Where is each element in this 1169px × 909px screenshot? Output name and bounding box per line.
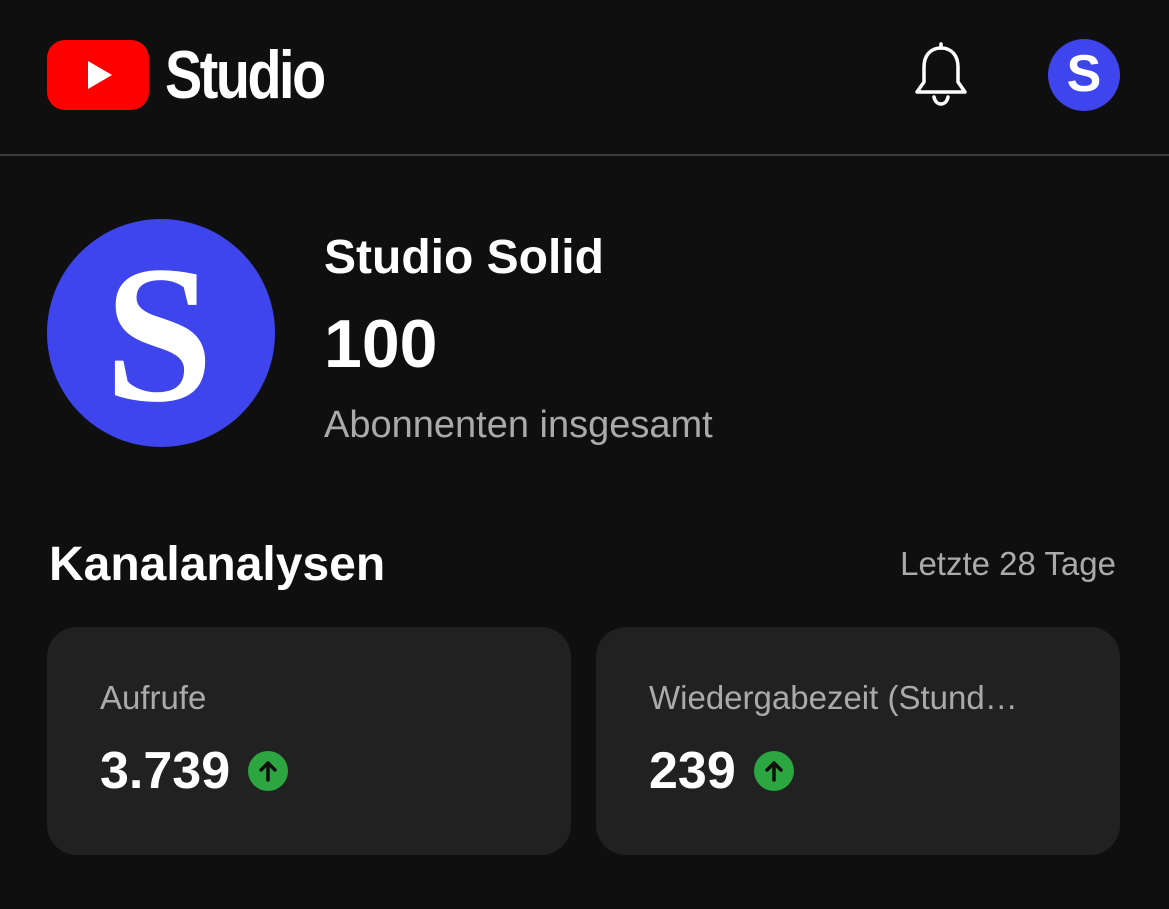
youtube-play-icon bbox=[47, 40, 149, 110]
arrow-up-icon bbox=[753, 751, 794, 791]
views-value-row: 3.739 bbox=[100, 741, 289, 801]
subscriber-count: 100 bbox=[324, 306, 438, 382]
channel-avatar: S bbox=[47, 219, 275, 447]
channel-name: Studio Solid bbox=[324, 231, 604, 284]
views-value: 3.739 bbox=[100, 742, 231, 800]
channel-avatar-letter: S bbox=[104, 226, 214, 443]
youtube-studio-logo[interactable]: Studio bbox=[47, 40, 359, 110]
views-card[interactable]: Aufrufe 3.739 bbox=[47, 627, 571, 855]
logo-text: Studio bbox=[165, 37, 326, 113]
watch-time-value-row: 239 bbox=[649, 741, 794, 801]
bell-icon[interactable] bbox=[912, 42, 970, 106]
subscriber-label: Abonnenten insgesamt bbox=[324, 404, 713, 446]
app-header: Studio S bbox=[0, 0, 1169, 156]
watch-time-value: 239 bbox=[649, 742, 736, 800]
account-avatar[interactable]: S bbox=[1048, 39, 1120, 111]
views-label: Aufrufe bbox=[100, 679, 207, 716]
analytics-title: Kanalanalysen bbox=[49, 538, 386, 591]
analytics-period: Letzte 28 Tage bbox=[900, 545, 1116, 582]
watch-time-label: Wiedergabezeit (Stund… bbox=[649, 679, 1018, 716]
watch-time-card[interactable]: Wiedergabezeit (Stund… 239 bbox=[596, 627, 1120, 855]
arrow-up-icon bbox=[248, 751, 289, 791]
avatar-letter: S bbox=[1066, 45, 1102, 103]
